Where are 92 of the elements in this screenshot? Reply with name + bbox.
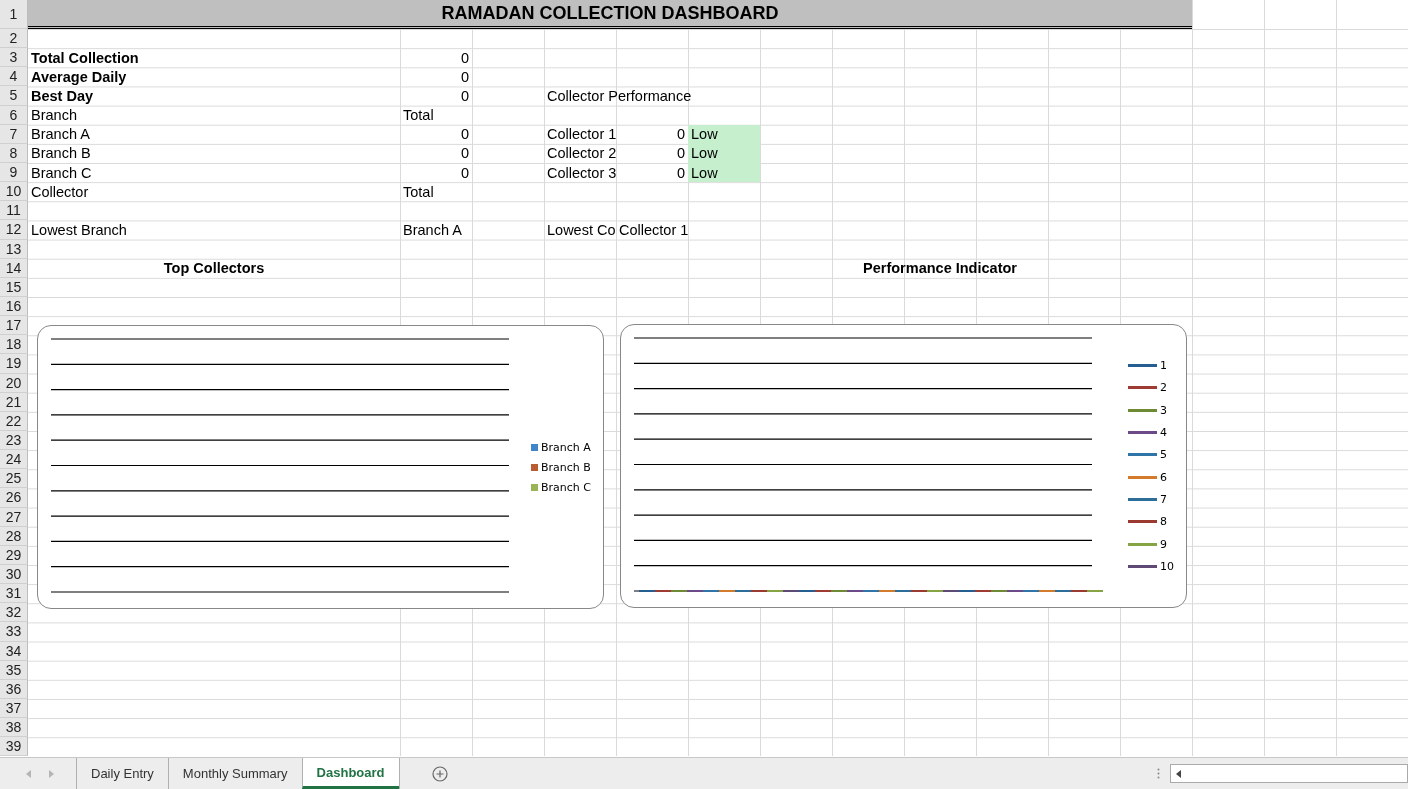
row-number[interactable]: 24: [0, 450, 28, 470]
row-number[interactable]: 39: [0, 737, 28, 757]
table-cell: 0: [676, 126, 685, 143]
row-number[interactable]: 36: [0, 679, 28, 699]
table-cell: Collector 1: [619, 221, 689, 238]
legend-label: Branch B: [541, 460, 591, 474]
legend-label: Branch A: [541, 440, 591, 454]
row-number[interactable]: 18: [0, 335, 28, 355]
legend-label: 8: [1160, 515, 1167, 529]
row-number[interactable]: 19: [0, 354, 28, 374]
row-number[interactable]: 20: [0, 373, 28, 393]
table-cell: 0: [460, 88, 469, 104]
table-cell: 0: [676, 164, 685, 181]
sheet-tab[interactable]: Monthly Summary: [167, 758, 302, 789]
table-cell: 0: [676, 145, 685, 162]
row-number[interactable]: 37: [0, 698, 28, 719]
row-number[interactable]: 10: [0, 182, 28, 202]
sheet-tab[interactable]: Dashboard: [301, 758, 399, 789]
row-number[interactable]: 21: [0, 392, 28, 412]
table-cell: 0: [460, 145, 469, 162]
sheet-tab[interactable]: Daily Entry: [76, 758, 168, 789]
section-heading: Performance Indicator: [863, 260, 1017, 277]
table-cell: Total: [403, 107, 434, 124]
status-cell: Low: [688, 163, 760, 183]
more-options-icon[interactable]: [1157, 768, 1160, 779]
row-number[interactable]: 38: [0, 718, 28, 738]
row-number[interactable]: 8: [0, 143, 28, 163]
table-cell: Collector 3: [547, 164, 617, 181]
row-number[interactable]: 23: [0, 430, 28, 451]
row-number[interactable]: 30: [0, 564, 28, 585]
row-number[interactable]: 26: [0, 488, 28, 508]
legend-label: 2: [1160, 381, 1167, 395]
table-cell: Collector 2: [547, 145, 617, 162]
section-heading: Top Collectors: [163, 260, 265, 277]
horizontal-scrollbar[interactable]: [1170, 764, 1408, 783]
table-cell: Collector: [31, 183, 89, 200]
legend-label: 10: [1160, 559, 1174, 573]
row-number[interactable]: 6: [0, 105, 28, 125]
row-number[interactable]: 29: [0, 545, 28, 565]
row-number[interactable]: 13: [0, 239, 28, 259]
table-cell: Branch A: [31, 126, 90, 143]
table-cell: Total: [403, 183, 434, 200]
scroll-right-icon[interactable]: [49, 769, 54, 778]
legend-label: 9: [1160, 537, 1167, 551]
legend-label: Branch C: [541, 480, 591, 494]
table-cell: Branch: [31, 107, 77, 124]
row-number[interactable]: 4: [0, 67, 28, 87]
table-cell: Collector Performance: [547, 88, 692, 104]
legend-label: 6: [1160, 470, 1167, 484]
row-number[interactable]: 22: [0, 411, 28, 431]
table-cell: Average Daily: [31, 68, 127, 85]
row-number[interactable]: 17: [0, 316, 28, 336]
row-number[interactable]: 31: [0, 584, 28, 604]
legend-label: 1: [1160, 359, 1167, 373]
row-number[interactable]: 1: [0, 0, 28, 29]
row-number[interactable]: 9: [0, 163, 28, 183]
row-number[interactable]: 28: [0, 526, 28, 546]
legend-label: 4: [1160, 426, 1167, 440]
table-cell: Branch B: [31, 145, 91, 162]
row-number[interactable]: 33: [0, 622, 28, 642]
add-sheet-icon[interactable]: [431, 765, 448, 782]
legend-label: 7: [1160, 492, 1167, 506]
row-number[interactable]: 11: [0, 201, 28, 221]
status-cell: Low: [688, 124, 760, 144]
table-cell: Lowest Co: [547, 221, 616, 238]
status-cell: Low: [688, 143, 760, 163]
table-cell: 0: [460, 164, 469, 181]
table-cell: 0: [460, 49, 469, 66]
row-number[interactable]: 14: [0, 258, 28, 278]
table-cell: 0: [460, 126, 469, 143]
table-cell: Collector 1: [547, 126, 617, 143]
row-number[interactable]: 5: [0, 86, 28, 106]
row-number[interactable]: 25: [0, 469, 28, 489]
row-number[interactable]: 16: [0, 296, 28, 317]
table-cell: Lowest Branch: [31, 221, 127, 238]
row-number[interactable]: 7: [0, 124, 28, 144]
legend-label: 3: [1160, 403, 1167, 417]
row-number[interactable]: 2: [0, 29, 28, 49]
row-number[interactable]: 12: [0, 220, 28, 240]
row-number[interactable]: 35: [0, 660, 28, 680]
table-cell: Branch C: [31, 164, 92, 181]
table-cell: 0: [460, 68, 469, 85]
table-cell: Best Day: [31, 88, 94, 104]
row-number[interactable]: 34: [0, 641, 28, 661]
sheet-title: RAMADAN COLLECTION DASHBOARD: [28, 0, 1192, 29]
row-number[interactable]: 15: [0, 277, 28, 297]
table-cell: Branch A: [403, 221, 462, 238]
row-number[interactable]: 3: [0, 48, 28, 68]
row-number[interactable]: 32: [0, 603, 28, 623]
table-cell: Total Collection: [31, 49, 139, 66]
row-number[interactable]: 27: [0, 507, 28, 527]
legend-label: 5: [1160, 448, 1167, 462]
